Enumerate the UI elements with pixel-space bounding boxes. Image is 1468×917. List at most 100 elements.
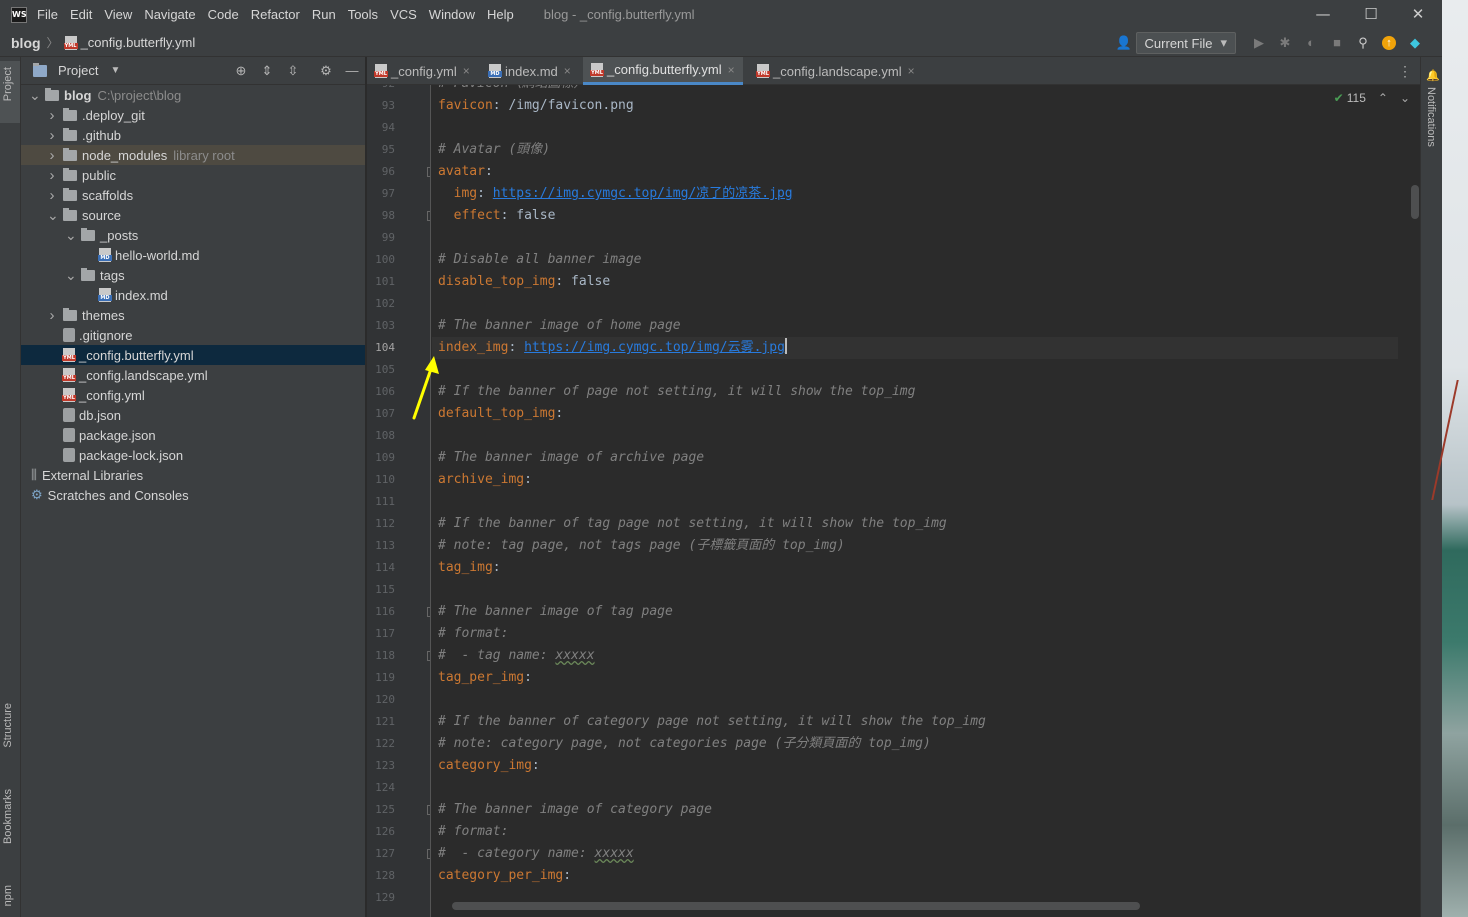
menu-item-tools[interactable]: Tools bbox=[348, 7, 378, 22]
menu-item-navigate[interactable]: Navigate bbox=[144, 7, 195, 22]
collapse-all-icon[interactable]: ⇳ bbox=[285, 63, 301, 79]
url-link[interactable]: https://img.cymgc.top/img/云雾.jpg bbox=[524, 340, 785, 355]
code-line[interactable]: default_top_img: bbox=[438, 403, 563, 425]
tree-item[interactable]: package-lock.json bbox=[21, 445, 365, 465]
chevron-down-icon[interactable]: ⌄ bbox=[1400, 91, 1410, 105]
tree-item[interactable]: › .deploy_git bbox=[21, 105, 365, 125]
editor-tab[interactable]: YML _config.yml × bbox=[367, 57, 478, 85]
code-line[interactable]: # Disable all banner image bbox=[438, 249, 642, 271]
breadcrumb-file[interactable]: _config.butterfly.yml bbox=[81, 35, 196, 50]
code-line[interactable]: # The banner image of category page bbox=[438, 799, 712, 821]
project-tool-tab[interactable]: Project bbox=[0, 61, 20, 123]
hide-panel-icon[interactable]: — bbox=[344, 63, 360, 79]
code-line[interactable]: # Favicon（網站圖標） bbox=[438, 85, 586, 95]
chevron-right-icon[interactable]: › bbox=[47, 107, 57, 124]
menu-item-vcs[interactable]: VCS bbox=[390, 7, 417, 22]
jetbrains-logo-icon[interactable]: ◆ bbox=[1408, 36, 1422, 50]
tree-item[interactable]: ⌄ _posts bbox=[21, 225, 365, 245]
chevron-right-icon[interactable]: › bbox=[47, 187, 57, 204]
expand-all-icon[interactable]: ⇕ bbox=[259, 63, 275, 79]
chevron-down-icon[interactable]: ⌄ bbox=[29, 87, 41, 104]
tree-item[interactable]: db.json bbox=[21, 405, 365, 425]
code-line[interactable]: avatar: bbox=[438, 161, 493, 183]
tree-item[interactable]: ⌄ blog C:\project\blog bbox=[21, 85, 365, 105]
close-button[interactable]: ✕ bbox=[1395, 0, 1441, 29]
tree-item[interactable]: › scaffolds bbox=[21, 185, 365, 205]
user-icon[interactable]: 👤 bbox=[1116, 36, 1132, 50]
close-tab-icon[interactable]: × bbox=[463, 64, 470, 78]
tree-item[interactable]: › themes bbox=[21, 305, 365, 325]
fold-marker-icon[interactable] bbox=[427, 211, 430, 221]
code-area[interactable]: # Favicon（網站圖標） favicon: /img/favicon.png… bbox=[432, 85, 1398, 917]
structure-tool-tab[interactable]: Structure bbox=[2, 703, 14, 748]
fold-marker-icon[interactable] bbox=[427, 651, 430, 661]
code-line[interactable]: # If the banner of tag page not setting,… bbox=[438, 513, 947, 535]
code-line[interactable]: # Avatar (頭像) bbox=[438, 139, 550, 161]
code-line[interactable]: category_per_img: bbox=[438, 865, 571, 887]
code-line[interactable]: # note: tag page, not tags page (子標籤頁面的 … bbox=[438, 535, 845, 557]
tree-item[interactable]: package.json bbox=[21, 425, 365, 445]
chevron-right-icon[interactable]: › bbox=[47, 307, 57, 324]
menu-item-file[interactable]: File bbox=[37, 7, 58, 22]
tree-item[interactable]: YML _config.butterfly.yml bbox=[21, 345, 365, 365]
code-line[interactable]: # If the banner of category page not set… bbox=[438, 711, 986, 733]
inspection-widget[interactable]: ✔ 115 ⌃ ⌄ bbox=[1334, 91, 1410, 105]
chevron-down-icon[interactable]: ⌄ bbox=[47, 207, 59, 224]
tree-item[interactable]: ⚙ Scratches and Consoles bbox=[21, 485, 365, 505]
fold-marker-icon[interactable] bbox=[427, 607, 430, 617]
code-line[interactable]: effect: false bbox=[438, 205, 556, 227]
run-configuration-select[interactable]: Current File ▾ bbox=[1135, 32, 1236, 54]
code-line[interactable]: tag_per_img: bbox=[438, 667, 532, 689]
tree-item[interactable]: MD hello-world.md bbox=[21, 245, 365, 265]
editor-tab[interactable]: YML _config.butterfly.yml × bbox=[583, 57, 743, 85]
menu-item-code[interactable]: Code bbox=[208, 7, 239, 22]
chevron-right-icon[interactable]: › bbox=[47, 147, 57, 164]
menu-item-refactor[interactable]: Refactor bbox=[251, 7, 300, 22]
fold-marker-icon[interactable] bbox=[427, 849, 430, 859]
menu-item-window[interactable]: Window bbox=[429, 7, 475, 22]
run-icon[interactable]: ▶ bbox=[1252, 36, 1266, 50]
code-line[interactable]: # format: bbox=[438, 623, 508, 645]
coverage-icon[interactable]: ◐ bbox=[1304, 36, 1318, 50]
menu-item-view[interactable]: View bbox=[104, 7, 132, 22]
code-line[interactable]: # - category name: xxxxx bbox=[438, 843, 634, 865]
stop-icon[interactable]: ■ bbox=[1330, 36, 1344, 50]
breadcrumb-root[interactable]: blog bbox=[11, 35, 41, 51]
chevron-up-icon[interactable]: ⌃ bbox=[1378, 91, 1388, 105]
maximize-button[interactable]: ☐ bbox=[1348, 0, 1394, 29]
tree-item[interactable]: MD index.md bbox=[21, 285, 365, 305]
notifications-tool-tab[interactable]: Notifications bbox=[1425, 87, 1437, 147]
tree-item[interactable]: ⌄ source bbox=[21, 205, 365, 225]
project-view-title[interactable]: Project bbox=[58, 63, 98, 78]
code-line[interactable]: index_img: https://img.cymgc.top/img/云雾.… bbox=[438, 337, 787, 359]
code-line[interactable]: # The banner image of tag page bbox=[438, 601, 673, 623]
fold-marker-icon[interactable] bbox=[427, 805, 430, 815]
close-tab-icon[interactable]: × bbox=[728, 63, 735, 77]
editor-tab[interactable]: YML _config.landscape.yml × bbox=[749, 57, 923, 85]
code-line[interactable]: archive_img: bbox=[438, 469, 532, 491]
code-line[interactable]: category_img: bbox=[438, 755, 540, 777]
tree-item[interactable]: ⌄ tags bbox=[21, 265, 365, 285]
menu-item-run[interactable]: Run bbox=[312, 7, 336, 22]
notifications-icon[interactable]: 🔔 bbox=[1426, 69, 1440, 82]
more-tabs-icon[interactable]: ⋮ bbox=[1398, 63, 1412, 80]
code-line[interactable]: # note: category page, not categories pa… bbox=[438, 733, 931, 755]
menu-item-help[interactable]: Help bbox=[487, 7, 514, 22]
code-line[interactable]: # The banner image of home page bbox=[438, 315, 681, 337]
chevron-down-icon[interactable]: ⌄ bbox=[65, 267, 77, 284]
chevron-right-icon[interactable]: › bbox=[47, 167, 57, 184]
tree-item[interactable]: › public bbox=[21, 165, 365, 185]
url-link[interactable]: https://img.cymgc.top/img/凉了的凉茶.jpg bbox=[493, 186, 793, 201]
tree-item[interactable]: › node_modules library root bbox=[21, 145, 365, 165]
npm-tool-tab[interactable]: npm bbox=[2, 885, 14, 906]
code-line[interactable]: # If the banner of page not setting, it … bbox=[438, 381, 915, 403]
code-line[interactable]: disable_top_img: false bbox=[438, 271, 610, 293]
locate-file-icon[interactable]: ⊕ bbox=[233, 63, 249, 79]
debug-icon[interactable]: ✱ bbox=[1278, 36, 1292, 50]
chevron-down-icon[interactable]: ▼ bbox=[110, 65, 120, 76]
tree-item[interactable]: YML _config.landscape.yml bbox=[21, 365, 365, 385]
close-tab-icon[interactable]: × bbox=[908, 64, 915, 78]
code-line[interactable]: # - tag name: xxxxx bbox=[438, 645, 595, 667]
code-line[interactable]: # The banner image of archive page bbox=[438, 447, 704, 469]
code-line[interactable]: # format: bbox=[438, 821, 508, 843]
